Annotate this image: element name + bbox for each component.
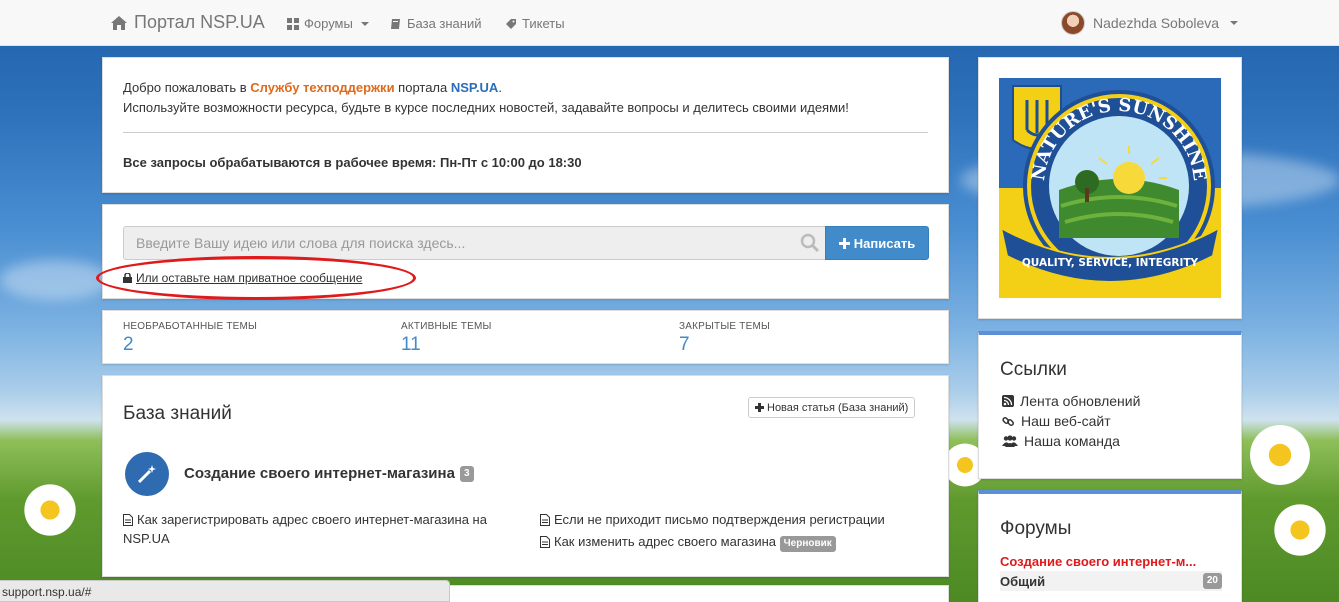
link-team[interactable]: Наша команда bbox=[1002, 433, 1120, 449]
avatar bbox=[1061, 11, 1085, 35]
forum-name: Общий bbox=[1000, 573, 1046, 589]
new-article-label: Новая статья (База знаний) bbox=[767, 401, 909, 414]
service-link[interactable]: Службу техподдержки bbox=[250, 80, 394, 95]
divider bbox=[123, 132, 928, 133]
stat-label: ЗАКРЫТЫЕ ТЕМЫ bbox=[679, 321, 771, 332]
welcome-line2: Используйте возможности ресурса, будьте … bbox=[123, 100, 849, 115]
link-icon bbox=[1002, 416, 1014, 426]
document-icon bbox=[540, 536, 550, 548]
user-name: Nadezhda Soboleva bbox=[1093, 15, 1220, 31]
stat-label: НЕОБРАБОТАННЫЕ ТЕМЫ bbox=[123, 321, 258, 332]
background-daisy bbox=[20, 480, 80, 540]
magic-wand-icon bbox=[125, 452, 169, 496]
user-menu[interactable]: Nadezhda Soboleva bbox=[1061, 11, 1239, 35]
status-url: support.nsp.ua/# bbox=[2, 585, 92, 599]
highlight-annotation bbox=[96, 256, 416, 300]
draft-badge: Черновик bbox=[779, 536, 836, 552]
company-logo[interactable]: NATURE'S SUNSHINE QUALITY, SERVICE, INTE… bbox=[999, 78, 1221, 298]
users-icon bbox=[1002, 435, 1018, 447]
stats-panel: НЕОБРАБОТАННЫЕ ТЕМЫ 2 АКТИВНЫЕ ТЕМЫ 11 З… bbox=[102, 310, 949, 364]
document-icon bbox=[123, 514, 133, 526]
book-icon bbox=[391, 18, 400, 29]
knowledge-base-panel: База знаний Новая статья (База знаний) С… bbox=[102, 375, 949, 577]
forum-row-general[interactable]: Общий 20 bbox=[1000, 571, 1222, 591]
document-icon bbox=[540, 514, 550, 526]
background-daisy bbox=[1245, 420, 1315, 490]
home-icon bbox=[111, 15, 127, 30]
background-cloud bbox=[0, 260, 110, 300]
search-input[interactable] bbox=[123, 226, 827, 260]
welcome-mid: портала bbox=[394, 80, 451, 95]
brand-link[interactable]: Портал NSP.UA bbox=[110, 12, 265, 33]
logo-panel: NATURE'S SUNSHINE QUALITY, SERVICE, INTE… bbox=[978, 57, 1242, 319]
nav-tickets[interactable]: Тикеты bbox=[505, 16, 565, 31]
stat-value: 7 bbox=[679, 334, 690, 355]
links-title: Ссылки bbox=[1000, 359, 1067, 380]
nav-forums-label: Форумы bbox=[304, 16, 353, 31]
link-label: Лента обновлений bbox=[1020, 393, 1141, 409]
kb-category-title[interactable]: Создание своего интернет-магазина 3 bbox=[184, 465, 474, 482]
chevron-down-icon bbox=[360, 21, 369, 26]
welcome-prefix: Добро пожаловать в bbox=[123, 80, 251, 95]
forums-title: Форумы bbox=[1000, 518, 1072, 539]
welcome-panel: Добро пожаловать в Службу техподдержки п… bbox=[102, 57, 949, 193]
stat-unprocessed[interactable]: НЕОБРАБОТАННЫЕ ТЕМЫ 2 bbox=[123, 321, 257, 356]
kb-article-link[interactable]: Как зарегистрировать адрес своего интерн… bbox=[123, 510, 523, 548]
stat-value: 2 bbox=[123, 334, 134, 355]
kb-article-title: Если не приходит письмо подтверждения ре… bbox=[554, 512, 885, 527]
link-label: Наш веб-сайт bbox=[1021, 413, 1111, 429]
write-button[interactable]: Написать bbox=[825, 226, 929, 260]
nav-knowledge-base[interactable]: База знаний bbox=[390, 16, 482, 31]
count-badge: 3 bbox=[459, 465, 474, 482]
tag-icon bbox=[506, 18, 516, 29]
search-icon bbox=[800, 233, 820, 253]
kb-article-link[interactable]: Если не приходит письмо подтверждения ре… bbox=[540, 510, 940, 529]
kb-category-label: Создание своего интернет-магазина bbox=[184, 465, 455, 482]
links-panel: Ссылки Лента обновлений Наш веб-сайт Наш… bbox=[978, 331, 1242, 479]
stat-closed[interactable]: ЗАКРЫТЫЕ ТЕМЫ 7 bbox=[679, 321, 770, 356]
forum-highlight-link[interactable]: Создание своего интернет-м... bbox=[1000, 554, 1220, 569]
stat-active[interactable]: АКТИВНЫЕ ТЕМЫ 11 bbox=[401, 321, 492, 356]
welcome-end: . bbox=[498, 80, 502, 95]
nav-tickets-label: Тикеты bbox=[522, 16, 565, 31]
kb-article-title: Как изменить адрес своего магазина bbox=[554, 534, 777, 549]
stat-label: АКТИВНЫЕ ТЕМЫ bbox=[401, 321, 492, 332]
new-article-button[interactable]: Новая статья (База знаний) bbox=[748, 397, 916, 418]
logo-ribbon-text: QUALITY, SERVICE, INTEGRITY bbox=[1022, 257, 1199, 269]
kb-article-title: Как зарегистрировать адрес своего интерн… bbox=[123, 512, 487, 546]
browser-status-bar: support.nsp.ua/# bbox=[0, 580, 450, 602]
plus-icon bbox=[838, 237, 850, 249]
top-navbar: Портал NSP.UA Форумы База знаний Тикеты … bbox=[0, 0, 1339, 46]
welcome-line1: Добро пожаловать в Службу техподдержки п… bbox=[123, 78, 928, 98]
grid-icon bbox=[287, 17, 299, 30]
plus-icon bbox=[755, 403, 764, 412]
working-hours: Все запросы обрабатываются в рабочее вре… bbox=[123, 155, 582, 170]
rss-icon bbox=[1002, 395, 1014, 407]
nav-knowledge-base-label: База знаний bbox=[407, 16, 482, 31]
background-daisy bbox=[1270, 500, 1330, 560]
count-badge: 20 bbox=[1202, 573, 1222, 589]
nav-forums[interactable]: Форумы bbox=[287, 16, 369, 31]
site-link[interactable]: NSP.UA bbox=[451, 80, 498, 95]
chevron-down-icon bbox=[1230, 21, 1239, 25]
link-website[interactable]: Наш веб-сайт bbox=[1002, 413, 1111, 429]
kb-title: База знаний bbox=[123, 403, 232, 424]
link-rss-feed[interactable]: Лента обновлений bbox=[1002, 393, 1140, 409]
forums-panel: Форумы Создание своего интернет-м... Общ… bbox=[978, 490, 1242, 602]
kb-article-link[interactable]: Как изменить адрес своего магазина Черно… bbox=[540, 532, 940, 552]
link-label: Наша команда bbox=[1024, 433, 1120, 449]
brand-text: Портал NSP.UA bbox=[134, 12, 265, 32]
write-button-label: Написать bbox=[853, 235, 916, 251]
stat-value: 11 bbox=[401, 334, 421, 355]
